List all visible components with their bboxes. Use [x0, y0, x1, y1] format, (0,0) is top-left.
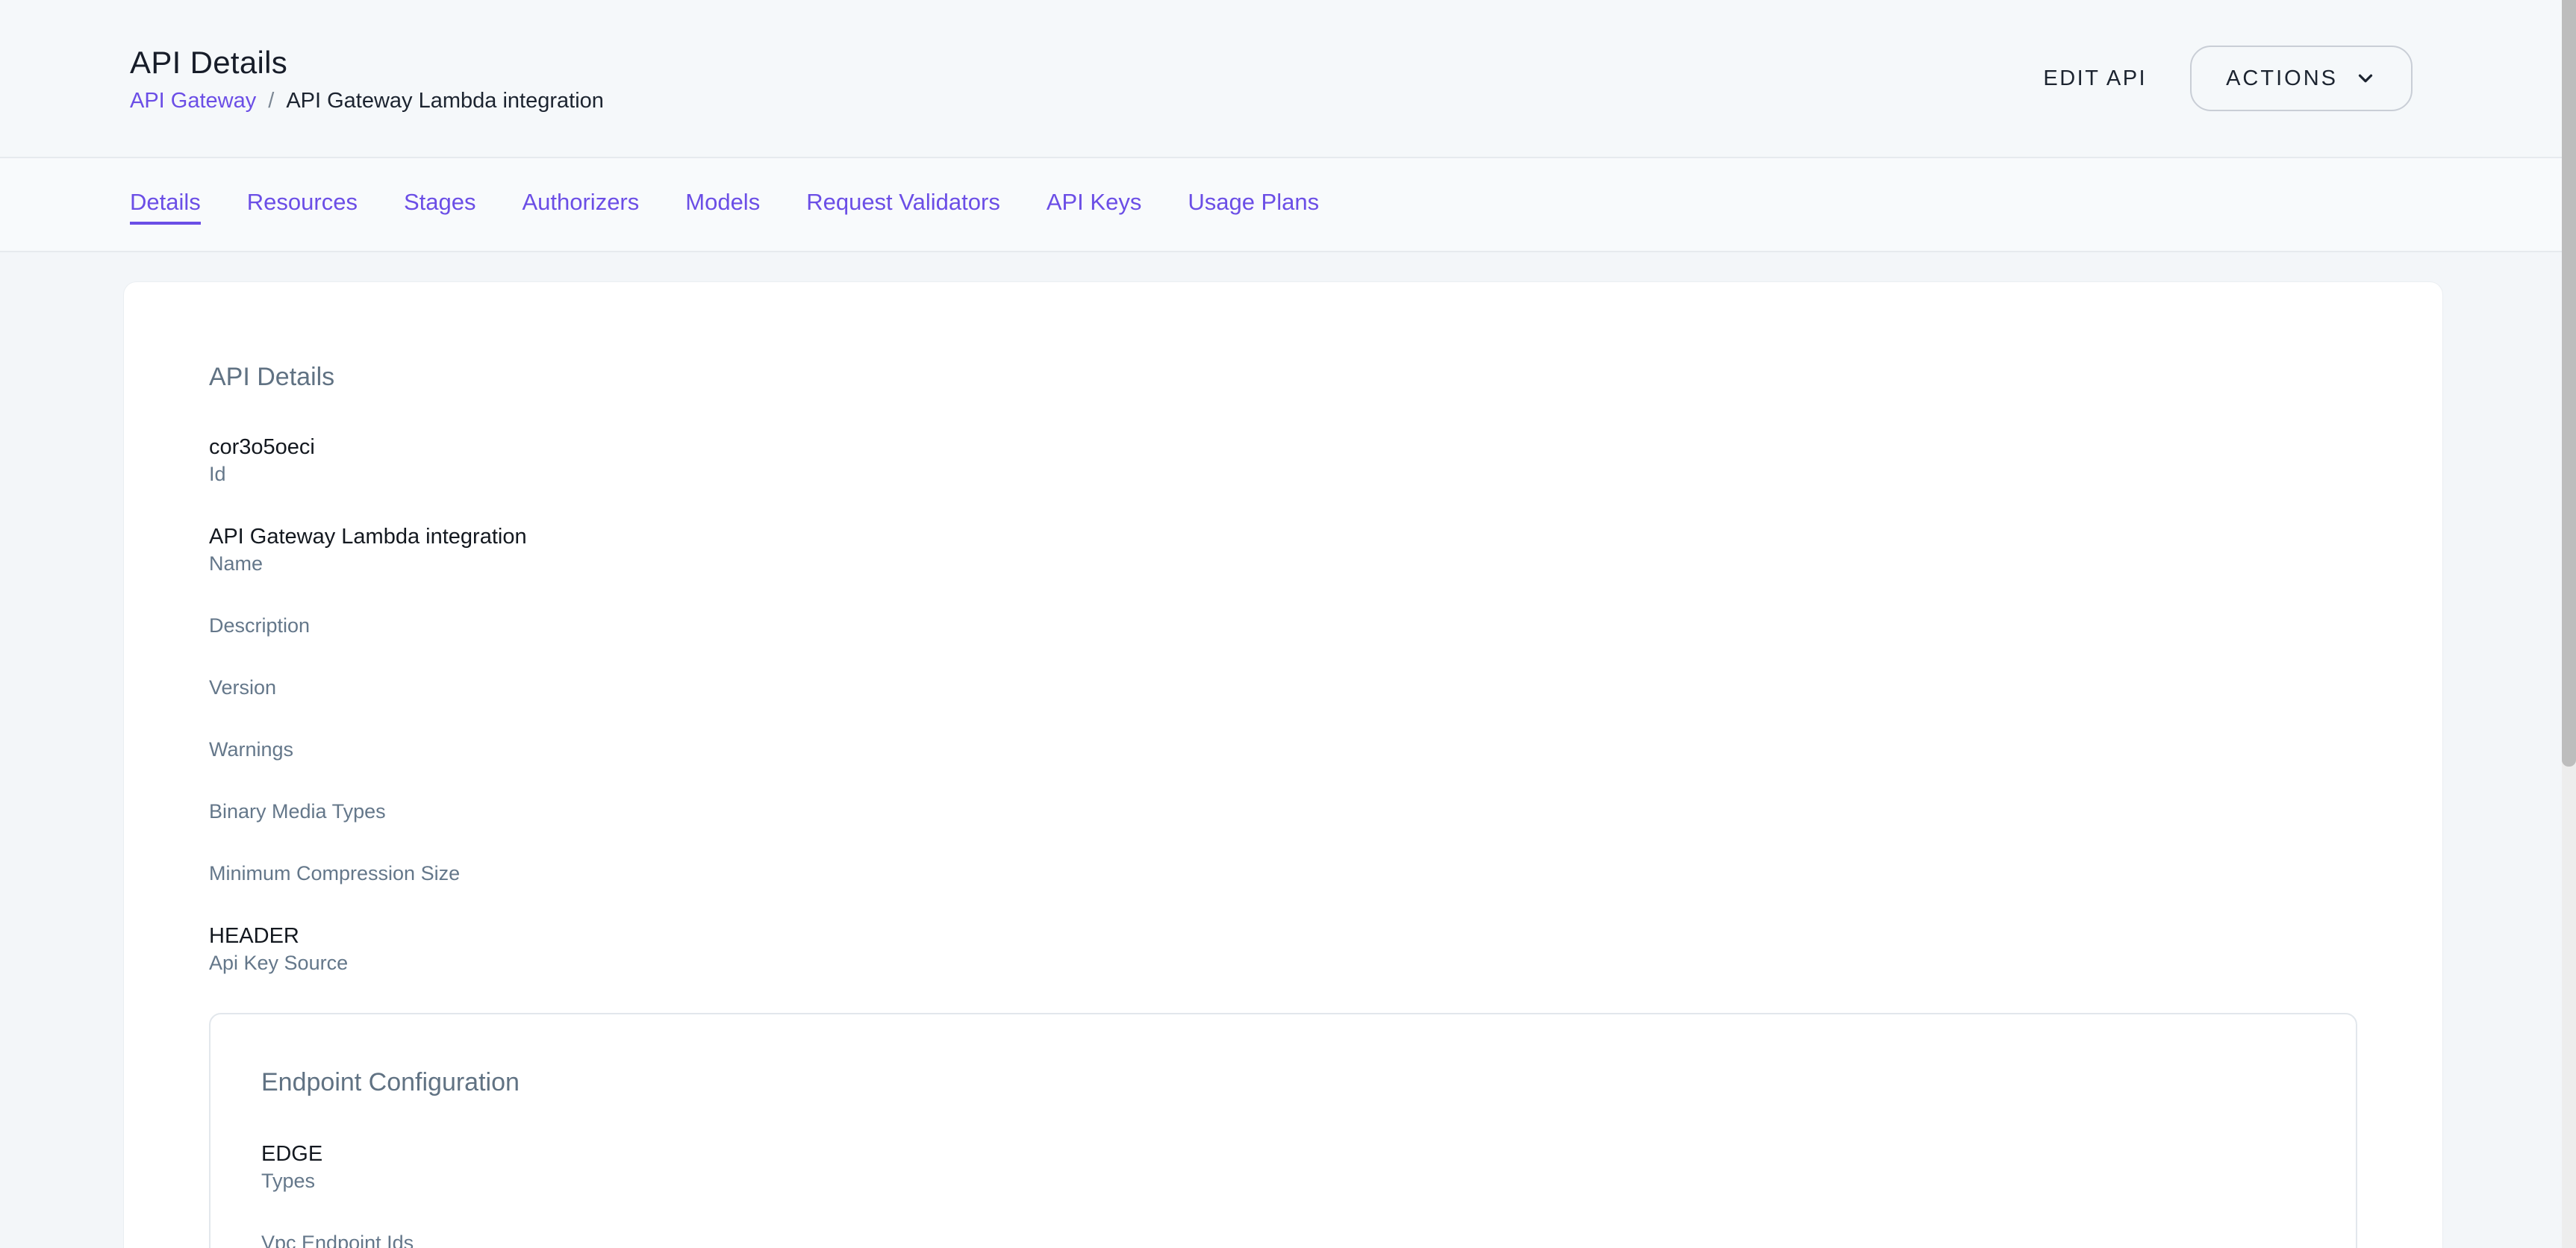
tab-request-validators[interactable]: Request Validators [806, 184, 1000, 225]
tab-usage-plans[interactable]: Usage Plans [1188, 184, 1319, 225]
field-api-key-source: HEADER Api Key Source [209, 923, 2357, 976]
field-api-key-source-value: HEADER [209, 923, 2357, 949]
field-types-label: Types [261, 1169, 2305, 1194]
field-id-value: cor3o5oeci [209, 434, 2357, 460]
title-block: API Details API Gateway / API Gateway La… [130, 43, 604, 114]
field-name: API Gateway Lambda integration Name [209, 524, 2357, 576]
field-api-key-source-label: Api Key Source [209, 951, 2357, 976]
breadcrumb-current: API Gateway Lambda integration [286, 88, 604, 114]
tab-models[interactable]: Models [685, 184, 760, 225]
chevron-down-icon [2354, 67, 2377, 90]
tab-bar: Details Resources Stages Authorizers Mod… [0, 157, 2576, 252]
tab-authorizers[interactable]: Authorizers [522, 184, 639, 225]
field-version-label: Version [209, 676, 2357, 700]
actions-button[interactable]: ACTIONS [2190, 46, 2413, 111]
field-minimum-compression-size: Minimum Compression Size [209, 861, 2357, 886]
field-id-label: Id [209, 462, 2357, 487]
field-warnings: Warnings [209, 737, 2357, 762]
card-heading: API Details [209, 361, 2357, 393]
scrollbar-thumb[interactable] [2562, 0, 2576, 767]
tab-resources[interactable]: Resources [247, 184, 358, 225]
field-description: Description [209, 614, 2357, 638]
field-name-value: API Gateway Lambda integration [209, 524, 2357, 549]
page-title: API Details [130, 43, 604, 82]
scrollbar-track[interactable] [2562, 0, 2576, 1248]
field-binary-media-types: Binary Media Types [209, 799, 2357, 824]
field-version: Version [209, 676, 2357, 700]
field-name-label: Name [209, 552, 2357, 576]
tab-details[interactable]: Details [130, 184, 201, 225]
field-description-label: Description [209, 614, 2357, 638]
edit-api-button[interactable]: EDIT API [2043, 66, 2147, 91]
main-content: API Details cor3o5oeci Id API Gateway La… [0, 252, 2576, 1248]
api-details-card: API Details cor3o5oeci Id API Gateway La… [123, 281, 2443, 1248]
page-header: API Details API Gateway / API Gateway La… [0, 0, 2576, 157]
field-types-value: EDGE [261, 1141, 2305, 1167]
field-minimum-compression-size-label: Minimum Compression Size [209, 861, 2357, 886]
tab-stages[interactable]: Stages [404, 184, 476, 225]
breadcrumb: API Gateway / API Gateway Lambda integra… [130, 88, 604, 114]
field-binary-media-types-label: Binary Media Types [209, 799, 2357, 824]
field-warnings-label: Warnings [209, 737, 2357, 762]
actions-button-label: ACTIONS [2226, 66, 2338, 91]
breadcrumb-separator: / [268, 88, 274, 114]
field-id: cor3o5oeci Id [209, 434, 2357, 487]
field-types: EDGE Types [261, 1141, 2305, 1194]
endpoint-configuration-card: Endpoint Configuration EDGE Types Vpc En… [209, 1013, 2357, 1248]
breadcrumb-link-api-gateway[interactable]: API Gateway [130, 88, 256, 114]
header-buttons: EDIT API ACTIONS [2043, 46, 2413, 111]
tab-api-keys[interactable]: API Keys [1047, 184, 1142, 225]
field-vpc-endpoint-ids-label: Vpc Endpoint Ids [261, 1231, 2305, 1248]
endpoint-configuration-heading: Endpoint Configuration [261, 1067, 2305, 1098]
field-vpc-endpoint-ids: Vpc Endpoint Ids [261, 1231, 2305, 1248]
